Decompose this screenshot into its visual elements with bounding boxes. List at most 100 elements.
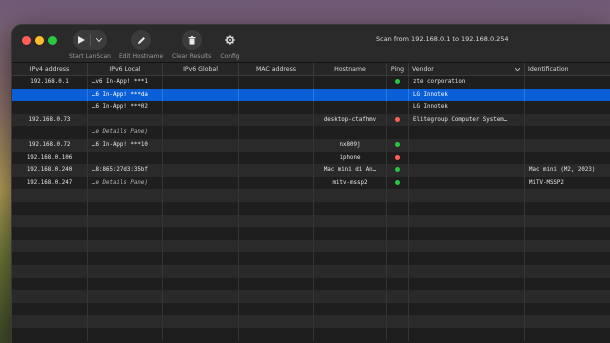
column-header-ipv6-global[interactable]: IPv6 Global <box>163 63 239 76</box>
table-row[interactable]: 192.168.0.240 …8:865:27d3:35bf Mac mini di… <box>12 164 610 177</box>
cell-mac <box>239 126 314 139</box>
cell-ipv6global <box>163 126 239 139</box>
cell-ipv4 <box>12 239 88 253</box>
cell-ipv4 <box>12 189 88 202</box>
cell-hostname <box>314 189 387 202</box>
cell-hostname <box>314 328 387 341</box>
empty-table-row <box>12 252 610 265</box>
cell-ipv6local: …e Details Pane) <box>88 126 163 139</box>
cell-hostname <box>314 290 387 303</box>
column-header-ping[interactable]: Ping <box>387 63 409 76</box>
cell-vendor <box>409 277 525 291</box>
table-row[interactable]: 192.168.0.72 …6 In-App! ***10 nx809j <box>12 139 610 152</box>
cell-ping <box>387 126 409 139</box>
cell-vendor <box>409 189 525 202</box>
cell-ipv6global <box>163 277 239 291</box>
cell-mac <box>239 214 314 228</box>
edit-hostname-button[interactable]: Edit Hostname <box>119 30 163 60</box>
cell-ipv6local <box>88 315 163 328</box>
zoom-window-button[interactable] <box>48 36 57 45</box>
ping-status-dot <box>395 79 400 84</box>
cell-vendor <box>409 315 525 328</box>
cell-hostname <box>314 214 387 228</box>
cell-mac <box>239 227 314 240</box>
start-lanscan-control: Start LanScan <box>68 30 112 60</box>
column-header-ipv4[interactable]: IPv4 address <box>12 63 88 76</box>
cell-mac <box>239 265 314 278</box>
column-header-identification[interactable]: Identification <box>525 63 610 76</box>
cell-ipv6global <box>163 239 239 253</box>
cell-vendor <box>409 151 525 165</box>
cell-ipv4 <box>12 252 88 265</box>
start-lanscan-label: Start LanScan <box>69 53 111 60</box>
cell-ipv4: 192.168.0.72 <box>12 139 88 152</box>
column-header-hostname[interactable]: Hostname <box>314 63 387 76</box>
table-row[interactable]: …6 In-App! ***02 LG Innotek <box>12 101 610 114</box>
cell-ipv6global <box>163 176 239 190</box>
table-row[interactable]: …6 In-App! ***da LG Innotek <box>12 88 610 102</box>
cell-hostname <box>314 239 387 253</box>
cell-identification <box>525 139 610 152</box>
cell-ping <box>387 101 409 114</box>
cell-ipv6local <box>88 239 163 253</box>
cell-hostname <box>314 252 387 265</box>
cell-identification <box>525 202 610 215</box>
cell-vendor <box>409 265 525 278</box>
cell-identification <box>525 303 610 316</box>
cell-ipv6global <box>163 151 239 165</box>
cell-hostname <box>314 88 387 102</box>
cell-mac <box>239 76 314 89</box>
cell-ipv6local <box>88 113 163 127</box>
cell-mac <box>239 328 314 341</box>
edit-hostname-label: Edit Hostname <box>119 53 164 60</box>
cell-ping <box>387 189 409 202</box>
empty-table-row <box>12 189 610 202</box>
cell-hostname <box>314 265 387 278</box>
column-header-ipv6-local[interactable]: IPv6 Local <box>88 63 163 76</box>
vendor-header-label: Vendor <box>412 66 434 73</box>
cell-mac <box>239 315 314 328</box>
cell-hostname <box>314 126 387 139</box>
table-row[interactable]: 192.168.0.247 …e Details Pane) mitv-mssp2 M… <box>12 176 610 190</box>
cell-identification: MiTV-MSSP2 <box>529 179 564 186</box>
cell-ipv6global <box>163 202 239 215</box>
cell-mac <box>239 189 314 202</box>
config-circle <box>220 30 240 50</box>
cell-ipv4 <box>12 202 88 215</box>
cell-vendor: zte corporation <box>409 76 525 89</box>
config-button[interactable]: Config <box>220 30 240 60</box>
minimize-window-button[interactable] <box>35 36 44 45</box>
table-header: IPv4 address IPv6 Local IPv6 Global MAC … <box>12 63 610 76</box>
cell-ipv6global <box>163 315 239 328</box>
cell-ping <box>387 164 409 177</box>
cell-hostname <box>314 101 387 114</box>
cell-mac <box>239 202 314 215</box>
cell-ping <box>387 214 409 228</box>
clear-results-label: Clear Results <box>172 53 212 60</box>
cell-ipv4 <box>12 88 88 102</box>
cell-identification <box>525 227 610 240</box>
cell-vendor: LG Innotek <box>409 88 525 102</box>
table-row[interactable]: 192.168.0.106 iphone <box>12 151 610 165</box>
cell-ping <box>387 290 409 303</box>
cell-ipv6global <box>163 164 239 177</box>
empty-table-row <box>12 239 610 253</box>
clear-results-button[interactable]: Clear Results <box>172 30 211 60</box>
table-row[interactable]: 192.168.0.73 desktop-ctafhmv Elitegroup Co… <box>12 113 610 127</box>
table-row[interactable]: …e Details Pane) <box>12 126 610 139</box>
column-header-vendor[interactable]: Vendor <box>409 63 525 76</box>
chevron-down-icon[interactable] <box>96 38 102 42</box>
empty-table-row <box>12 290 610 303</box>
start-lanscan-button[interactable] <box>73 30 107 50</box>
cell-ipv6global <box>163 76 239 89</box>
close-window-button[interactable] <box>22 36 31 45</box>
cell-ping <box>387 88 409 102</box>
column-header-mac[interactable]: MAC address <box>239 63 314 76</box>
cell-ipv4 <box>12 302 88 316</box>
table-row[interactable]: 192.168.0.1 …v6 In-App! ***1 zte corporati… <box>12 76 610 89</box>
cell-ipv4: 192.168.0.1 <box>12 76 88 89</box>
cell-ipv4 <box>12 315 88 328</box>
cell-identification <box>525 265 610 278</box>
cell-identification <box>525 252 610 265</box>
cell-ipv6global <box>163 265 239 278</box>
